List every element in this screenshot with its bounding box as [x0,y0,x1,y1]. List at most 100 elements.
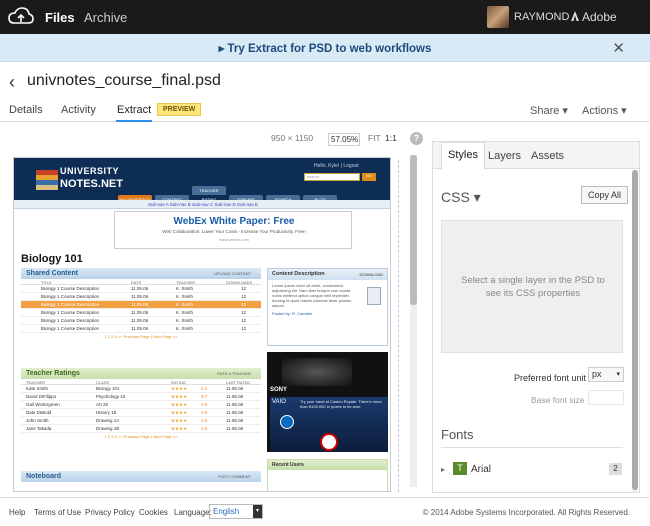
table-cell: Biology 1 Course Description [41,310,100,315]
table-cell: 3.5 [201,418,208,423]
nav-files[interactable]: Files [45,10,75,25]
help-icon[interactable]: ? [410,132,423,145]
vaio-text: Try your hand at Casino Royale. There's … [300,399,382,409]
promo-link[interactable]: ▸ Try Extract for PSD to web workflows [0,41,650,55]
table-cell: Gail Wintergreen [26,402,60,407]
table-cell: 3.6 [201,402,208,407]
close-icon[interactable]: ✕ [612,39,625,57]
table-row: Kate Smith Biology 101 4.2 11.05.06 ★★★★ [21,385,261,393]
rating-stars-icon: ★★★★ [171,426,188,431]
dropdown-icon: ▾ [616,371,620,378]
creative-cloud-icon[interactable] [8,7,34,27]
site-subnav: Sub-nav A Sub-nav B Sub-nav C Sub-nav D … [14,200,390,209]
microphone-image [282,358,352,386]
site-header: UNIVERSITY NOTES.NET Hello, Kyle! | Logo… [14,158,390,204]
footer-terms[interactable]: Terms of Use [34,508,81,517]
table-row: John Smith Drawing 1A 3.5 11.05.06 ★★★★ [21,417,261,425]
psd-canvas[interactable]: UNIVERSITY NOTES.NET Hello, Kyle! | Logo… [13,157,391,492]
user-name[interactable]: RAYMOND [514,11,569,23]
tab-details[interactable]: Details [9,104,43,116]
canvas-dimensions: 950 × 1150 [271,133,314,143]
table-cell: 11.05.06 [131,326,149,331]
play-button-icon [320,433,338,451]
inspector-tabs: Styles Layers Assets [433,142,639,170]
vaio-banner: VAIO Try your hand at Casino Royale. The… [270,397,388,452]
table-cell: 3.7 [201,394,208,399]
base-font-size-input[interactable] [588,390,624,405]
footer-privacy[interactable]: Privacy Policy [85,508,135,517]
pager: 1 2 3 4 << Previous Page | Next Page >> [104,434,178,439]
avatar[interactable] [487,6,509,28]
language-select[interactable]: English ▾ [209,504,263,519]
tab-styles[interactable]: Styles [441,142,485,170]
recent-users-box: Recent Users [267,459,388,491]
top-bar: Files Archive RAYMOND Adobe [0,0,650,34]
table-cell: K. Smith [176,294,194,299]
content-description-box: Content Description DOWNLOAD Lorem ipsum … [267,268,388,346]
site-nav-item: TEACHER RATING [192,186,226,202]
tab-extract[interactable]: Extract [115,104,153,122]
scroll-thumb[interactable] [632,170,638,490]
tab-activity[interactable]: Activity [61,104,96,116]
table-cell: 11.05.06 [131,294,149,299]
zoom-input[interactable]: 57.05% [328,133,360,146]
table-cell: 12 [241,302,247,307]
site-logo: UNIVERSITY NOTES.NET [36,164,123,194]
panel-title: Teacher Ratings [26,370,80,377]
scroll-thumb[interactable] [410,155,417,305]
table-cell: Kate Smith [26,386,49,391]
share-menu[interactable]: Share ▾ [530,104,568,117]
table-cell: Psychology 10 [96,394,126,399]
noteboard-panel: Noteboard POST COMMENT [21,471,261,482]
css-empty-message: Select a single layer in the PSD to see … [461,275,605,299]
table-cell: 12 [241,286,247,291]
footer-cookies[interactable]: Cookies [139,508,168,517]
expand-icon[interactable]: ▸ [441,465,445,474]
table-row: Dale DeBold History 18 3.6 11.05.06 ★★★★ [21,409,261,417]
promo-banner: ▸ Try Extract for PSD to web workflows ✕ [0,34,650,62]
fit-button[interactable]: FIT [368,133,381,143]
canvas-scrollbar[interactable] [410,155,417,487]
copyright: © 2014 Adobe Systems Incorporated. All R… [422,508,630,517]
font-unit-select[interactable]: px ▾ [588,367,624,382]
table-cell: Art 25 [96,402,109,407]
table-cell: 12 [241,294,247,299]
side-text: Lorem ipsum dolor sit amet, consectetur … [272,283,352,308]
ad-title: WebEx White Paper: Free [173,216,295,227]
sony-logo: SONY [270,387,288,393]
table-cell: K. Smith [176,302,194,307]
inspector-scrollbar[interactable] [632,170,638,492]
table-cell: Jane Takada [26,426,52,431]
shared-content-panel: Shared Content UPLOAD CONTENT TITLE DATE TE… [21,268,261,341]
tab-layers[interactable]: Layers [488,150,521,162]
font-count-badge: 2 [609,463,622,475]
table-cell: Biology 1 Course Description [41,286,100,291]
panel-title: Noteboard [26,473,61,480]
ad-body: Web Collaboration: Lower Your Costs - In… [162,229,306,234]
site-search-go: GO [362,173,376,181]
logo-text-1: UNIVERSITY [60,166,120,176]
page-title: univnotes_course_final.psd [27,72,221,89]
table-cell: History 18 [96,410,117,415]
copy-all-button[interactable]: Copy All [581,186,629,204]
css-dropdown[interactable]: CSS ▾ [441,189,481,206]
table-row: Gail Wintergreen Art 25 3.6 11.05.06 ★★★★ [21,401,261,409]
logo-text-2: NOTES.NET [60,178,123,190]
actual-size-button[interactable]: 1:1 [385,133,397,143]
table-row: David DiFilippo Psychology 10 3.7 11.05.06 ★… [21,393,261,401]
footer-help[interactable]: Help [9,508,25,517]
adobe-brand[interactable]: Adobe [582,10,617,24]
download-link: DOWNLOAD [359,272,383,277]
table-cell: K. Smith [176,326,194,331]
table-cell: K. Smith [176,286,194,291]
back-chevron-icon[interactable]: ‹ [9,72,15,93]
panel-header: Teacher Ratings RATE A TEACHER [21,368,261,379]
nav-archive[interactable]: Archive [84,10,127,25]
tab-assets[interactable]: Assets [531,150,564,162]
font-item[interactable]: ▸ T Arial 2 [441,462,623,478]
language-label: Language: [174,508,212,517]
dropdown-icon: ▾ [253,505,262,518]
actions-menu[interactable]: Actions ▾ [582,104,627,117]
posted-by: Posted by: R. Camden [272,311,313,316]
font-name: Arial [471,464,492,475]
